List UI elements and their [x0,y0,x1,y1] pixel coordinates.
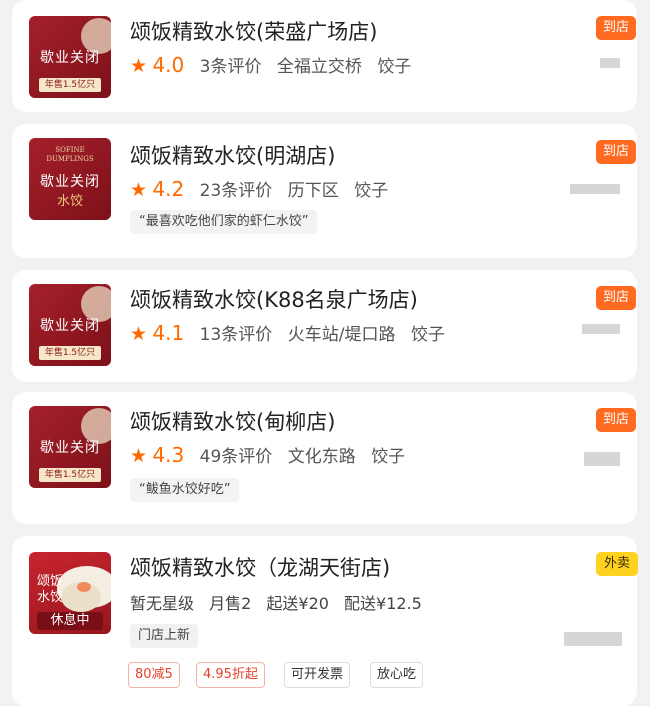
shop-thumbnail[interactable]: 颂饭水饺 休息中 [29,552,111,634]
dumpling-label: 水饺 [56,194,83,209]
min-order: 起送¥20 [266,594,329,613]
review-quote[interactable]: “鲅鱼水饺好吃” [130,478,240,502]
in-store-badge: 到店 [596,408,636,432]
distance-blurred [584,452,620,466]
closed-banner: 歇业关闭 [40,318,100,334]
shop-card-1[interactable]: 歇业关闭 年售1.5亿只 颂饭精致水饺(荣盛广场店) ★ 4.0 3条评价 全福… [12,0,637,112]
shop-category: 饺子 [410,325,445,345]
shop-category: 饺子 [371,447,406,467]
shop-title[interactable]: 颂饭精致水饺(荣盛广场店) [130,16,377,46]
shop-meta: ★ 4.3 49条评价 文化东路 饺子 [130,442,405,467]
monthly-sales: 月售2 [209,594,252,613]
in-store-badge: 到店 [596,286,636,310]
shop-card-5[interactable]: 颂饭水饺 休息中 颂饭精致水饺（龙湖天街店) 暂无星级 月售2 起送¥20 配送… [12,536,638,706]
review-count[interactable]: 13条评价 [200,325,273,345]
closed-banner: 歇业关闭 [40,440,100,456]
shop-area: 全福立交桥 [276,57,362,77]
brand-logo: SOFINE DUMPLINGS [46,146,94,163]
in-store-badge: 到店 [596,16,636,40]
shop-meta: ★ 4.1 13条评价 火车站/堤口路 饺子 [130,320,445,345]
shop-meta: 暂无星级 月售2 起送¥20 配送¥12.5 [130,590,422,614]
discount-tag[interactable]: 4.95折起 [196,662,265,688]
shop-thumbnail[interactable]: 歇业关闭 年售1.5亿只 [29,406,111,488]
shop-thumbnail[interactable]: 歇业关闭 年售1.5亿只 [29,284,111,366]
shop-card-4[interactable]: 歇业关闭 年售1.5亿只 颂饭精致水饺(甸柳店) ★ 4.3 49条评价 文化东… [12,392,637,524]
sales-label: 年售1.5亿只 [39,346,101,360]
star-icon: ★ [130,323,148,345]
delivery-badge: 外卖 [596,552,638,576]
no-rating: 暂无星级 [130,594,195,613]
shop-title[interactable]: 颂饭精致水饺(甸柳店) [130,406,335,436]
review-count[interactable]: 23条评价 [200,181,273,201]
rating-value: 4.0 [152,53,185,77]
shop-category: 饺子 [354,181,389,201]
shop-thumbnail[interactable]: 歇业关闭 年售1.5亿只 [29,16,111,98]
in-store-badge: 到店 [596,140,636,164]
distance-blurred [564,632,622,646]
review-count[interactable]: 49条评价 [200,447,273,467]
star-icon: ★ [130,179,148,201]
rating-value: 4.1 [152,321,185,345]
distance-blurred [600,58,620,68]
distance-blurred [582,324,620,334]
sales-label: 年售1.5亿只 [39,468,101,482]
star-icon: ★ [130,55,148,77]
shop-thumbnail[interactable]: SOFINE DUMPLINGS 歇业关闭 水饺 [29,138,111,220]
rating-value: 4.2 [152,177,185,201]
rating-value: 4.3 [152,443,185,467]
resting-banner: 休息中 [37,612,103,630]
delivery-fee: 配送¥12.5 [344,594,422,613]
thumb-brand-name: 颂饭水饺 [36,574,63,605]
shop-title[interactable]: 颂饭精致水饺(K88名泉广场店) [130,284,418,314]
safe-food-tag[interactable]: 放心吃 [370,662,424,688]
shop-meta: ★ 4.0 3条评价 全福立交桥 饺子 [130,52,411,77]
shop-category: 饺子 [377,57,412,77]
shop-title[interactable]: 颂饭精致水饺（龙湖天街店) [130,552,390,582]
review-count[interactable]: 3条评价 [200,57,262,77]
sales-label: 年售1.5亿只 [39,78,101,92]
invoice-tag[interactable]: 可开发票 [284,662,351,688]
distance-blurred [570,184,620,194]
star-icon: ★ [130,445,148,467]
review-quote[interactable]: “最喜欢吃他们家的虾仁水饺” [130,210,318,234]
shop-title[interactable]: 颂饭精致水饺(明湖店) [130,140,335,170]
shop-card-3[interactable]: 歇业关闭 年售1.5亿只 颂饭精致水饺(K88名泉广场店) ★ 4.1 13条评… [12,270,637,382]
shop-area: 历下区 [287,181,339,201]
closed-banner: 歇业关闭 [40,50,100,66]
shop-area: 火车站/堤口路 [287,325,396,345]
shop-meta: ★ 4.2 23条评价 历下区 饺子 [130,176,388,201]
new-store-tag: 门店上新 [130,624,199,648]
shop-card-2[interactable]: SOFINE DUMPLINGS 歇业关闭 水饺 颂饭精致水饺(明湖店) ★ 4… [12,124,637,258]
discount-tag[interactable]: 80减5 [128,662,180,688]
shrimp-image [77,582,91,592]
shop-area: 文化东路 [287,447,356,467]
